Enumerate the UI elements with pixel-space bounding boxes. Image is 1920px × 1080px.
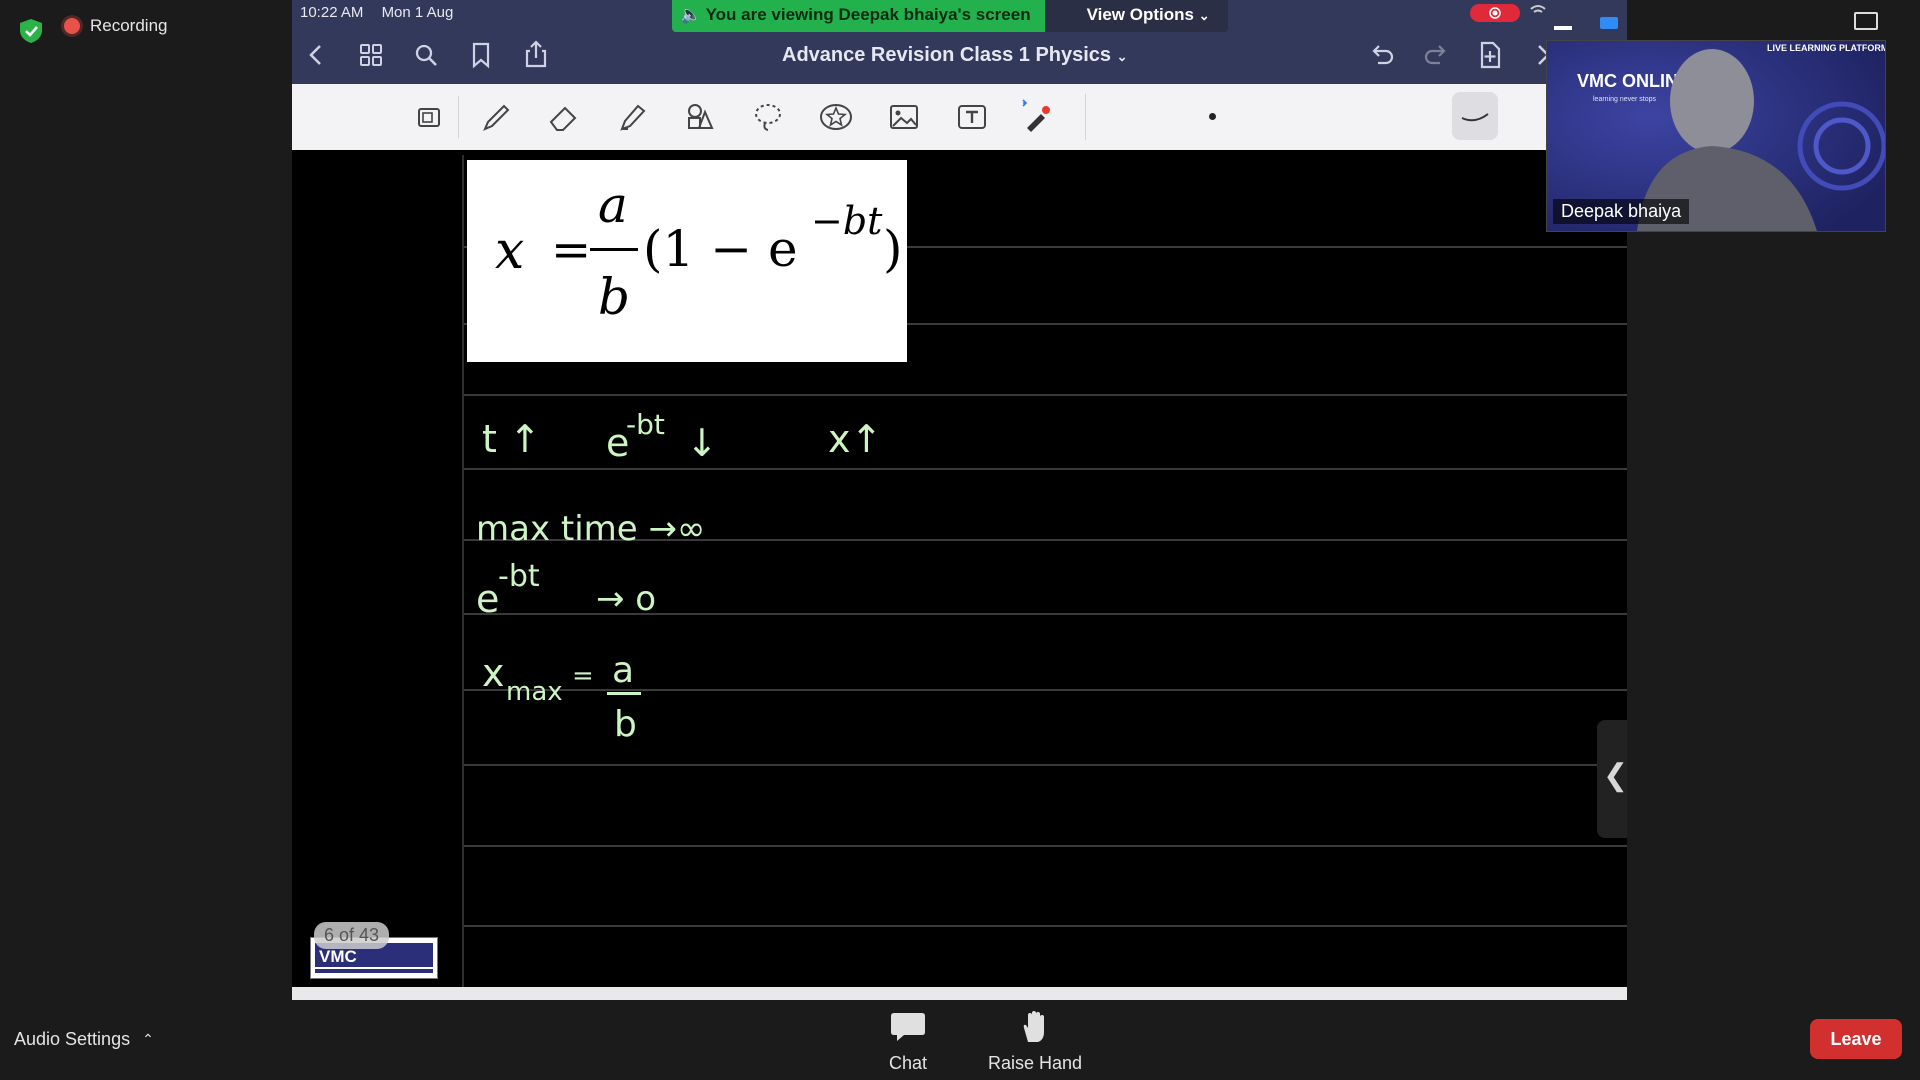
laser-icon[interactable] xyxy=(1019,98,1057,136)
recording-dot-icon xyxy=(64,18,80,34)
toolbar-separator xyxy=(458,96,459,138)
pen-icon[interactable] xyxy=(477,98,515,136)
formula-denominator: b xyxy=(598,268,630,326)
shield-check-icon[interactable] xyxy=(18,18,44,44)
audio-settings-label: Audio Settings xyxy=(14,1029,131,1049)
textbox-icon[interactable] xyxy=(953,98,991,136)
formula-close-bracket: ) xyxy=(883,220,903,278)
formula-image: x = a b (1 − e −bt ) xyxy=(467,160,907,362)
note-xmax-eq: = xyxy=(572,661,594,691)
screen-share-banner: 🔈 You are viewing Deepak bhaiya's screen… xyxy=(672,0,1228,32)
leave-button[interactable]: Leave xyxy=(1810,1019,1902,1059)
ipad-record-indicator xyxy=(1470,4,1520,22)
handwritten-notes: t ↑ e -bt ↓ x↑ max time →∞ e -bt → o x m… xyxy=(476,408,882,745)
share-banner-message: 🔈 You are viewing Deepak bhaiya's screen xyxy=(672,0,1045,32)
share-icon[interactable] xyxy=(519,38,553,72)
note-e-arrow: ↓ xyxy=(686,421,718,465)
view-options-button[interactable]: View Options ⌄ xyxy=(1044,0,1228,32)
stroke-curve-icon xyxy=(1461,113,1489,122)
recording-label: Recording xyxy=(90,16,168,35)
hand-icon xyxy=(1023,1011,1044,1042)
redo-icon[interactable] xyxy=(1419,38,1453,72)
person-head xyxy=(1670,49,1754,153)
chat-icon xyxy=(891,1013,925,1041)
document-title[interactable]: Advance Revision Class 1 Physics ⌄ xyxy=(782,44,1128,67)
formula-lhs: x xyxy=(495,221,524,281)
pen-size-dot[interactable] xyxy=(1209,113,1216,120)
undo-icon[interactable] xyxy=(1365,38,1399,72)
highlighter-icon[interactable] xyxy=(613,98,651,136)
note-xmax-x: x xyxy=(482,651,505,695)
chevron-down-icon: ⌄ xyxy=(1198,8,1210,23)
status-date: Mon 1 Aug xyxy=(381,4,454,21)
note-xmax-num: a xyxy=(612,650,634,691)
shapes-icon[interactable] xyxy=(681,98,719,136)
raise-hand-button[interactable]: Raise Hand xyxy=(980,1006,1090,1078)
bg-header-text: LIVE LEARNING PLATFORM xyxy=(1767,43,1885,53)
chat-label: Chat xyxy=(888,1053,928,1073)
video-panel-controls xyxy=(1546,8,1920,38)
formula-numerator: a xyxy=(598,176,628,234)
note-e2-arrow: → o xyxy=(596,579,656,619)
note-e2-base: e xyxy=(476,577,499,621)
gallery-view-icon[interactable] xyxy=(1854,12,1878,30)
speaker-icon: 🔈 xyxy=(680,5,702,24)
video-view-icon[interactable] xyxy=(1600,17,1618,29)
bookmark-icon[interactable] xyxy=(464,38,498,72)
note-e-exponent: -bt xyxy=(626,408,665,441)
chevron-down-icon: ⌄ xyxy=(1116,49,1128,64)
page-icon[interactable] xyxy=(410,98,448,136)
note-max-time: max time →∞ xyxy=(476,509,705,549)
record-icon xyxy=(1489,7,1501,19)
note-x-increase: x↑ xyxy=(828,417,882,461)
bg-tagline-text: learning never stops xyxy=(1593,96,1657,103)
raise-hand-label: Raise Hand xyxy=(987,1053,1083,1073)
side-panel-toggle[interactable]: ❮ xyxy=(1597,720,1627,838)
shared-screen: 10:22 AM Mon 1 Aug Advance Revision Clas… xyxy=(292,0,1627,1000)
formula-bracket-text: (1 − e xyxy=(643,220,798,278)
ipad-bottom-strip xyxy=(292,987,1627,1000)
search-icon[interactable] xyxy=(409,38,443,72)
add-page-icon[interactable] xyxy=(1473,38,1507,72)
vmc-logo-text: VMC xyxy=(319,947,357,966)
sticker-icon[interactable] xyxy=(817,98,855,136)
formula-exponent: −bt xyxy=(811,199,883,243)
formula-equals: = xyxy=(551,222,591,278)
formula-svg: x = a b (1 − e −bt ) xyxy=(495,176,903,326)
note-xmax-sub: max xyxy=(506,677,563,707)
chat-button[interactable]: Chat xyxy=(870,1006,946,1078)
eraser-icon[interactable] xyxy=(545,98,583,136)
minimize-icon[interactable] xyxy=(1554,26,1572,30)
note-e2-exponent: -bt xyxy=(498,559,540,594)
audio-settings-button[interactable]: Audio Settings ⌃ xyxy=(14,1029,154,1050)
chevron-up-icon: ⌃ xyxy=(142,1031,154,1047)
document-title-text: Advance Revision Class 1 Physics xyxy=(782,44,1112,66)
ipad-toolbar xyxy=(292,84,1627,151)
participant-video[interactable]: VMC ONLINE learning never stops LIVE LEA… xyxy=(1546,40,1886,232)
view-options-label: View Options xyxy=(1086,5,1194,24)
ipad-status-bar: 10:22 AM Mon 1 Aug xyxy=(300,4,467,21)
back-icon[interactable] xyxy=(300,38,334,72)
grid-icon[interactable] xyxy=(354,38,388,72)
wifi-icon xyxy=(1530,5,1546,13)
note-xmax-den: b xyxy=(614,704,637,745)
image-icon[interactable] xyxy=(885,98,923,136)
page-indicator: 6 of 43 xyxy=(314,922,390,949)
recording-indicator[interactable]: Recording xyxy=(64,16,168,36)
note-t-increase: t ↑ xyxy=(482,417,541,461)
lasso-icon[interactable] xyxy=(749,98,787,136)
stroke-style-selector[interactable] xyxy=(1452,92,1498,140)
participant-name: Deepak bhaiya xyxy=(1553,199,1690,224)
toolbar-separator xyxy=(1085,94,1086,140)
page-margin-line xyxy=(462,155,464,990)
status-time: 10:22 AM xyxy=(300,4,364,21)
share-banner-text: You are viewing Deepak bhaiya's screen xyxy=(705,5,1031,24)
chevron-left-icon: ❮ xyxy=(1603,759,1627,792)
